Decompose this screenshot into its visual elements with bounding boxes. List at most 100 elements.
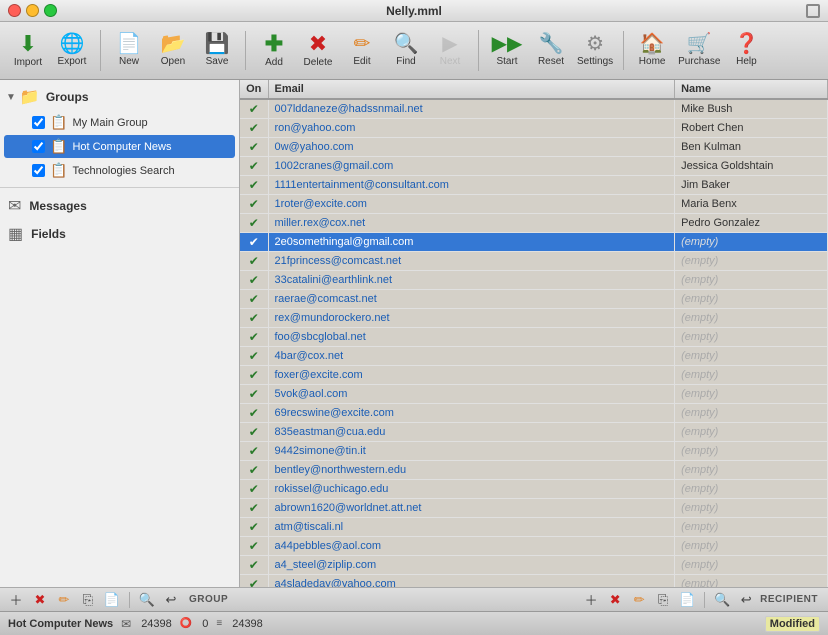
on-cell[interactable]: ✔ (240, 575, 268, 588)
minimize-button[interactable] (26, 4, 39, 17)
on-cell[interactable]: ✔ (240, 556, 268, 575)
add-group-button[interactable]: ＋ (6, 591, 26, 609)
on-cell[interactable]: ✔ (240, 423, 268, 442)
table-row[interactable]: ✔2e0somethingal@gmail.com(empty) (240, 233, 828, 252)
on-cell[interactable]: ✔ (240, 195, 268, 214)
on-cell[interactable]: ✔ (240, 347, 268, 366)
on-cell[interactable]: ✔ (240, 518, 268, 537)
hot-computer-checkbox[interactable] (32, 140, 45, 153)
table-row[interactable]: ✔ron@yahoo.comRobert Chen (240, 119, 828, 138)
table-row[interactable]: ✔1111entertainment@consultant.comJim Bak… (240, 176, 828, 195)
sidebar-fields[interactable]: ▦ Fields (0, 220, 239, 248)
on-cell[interactable]: ✔ (240, 271, 268, 290)
table-row[interactable]: ✔a4_steel@ziplip.com(empty) (240, 556, 828, 575)
on-cell[interactable]: ✔ (240, 214, 268, 233)
table-row[interactable]: ✔atm@tiscali.nl(empty) (240, 518, 828, 537)
on-cell[interactable]: ✔ (240, 366, 268, 385)
on-cell[interactable]: ✔ (240, 176, 268, 195)
save-button[interactable]: 💾 Save (195, 31, 239, 70)
copy-recip-button[interactable]: ⎘ (653, 591, 673, 609)
copy-group-button[interactable]: ⎘ (78, 591, 98, 609)
open-button[interactable]: 📂 Open (151, 31, 195, 70)
table-row[interactable]: ✔rex@mundorockero.net(empty) (240, 309, 828, 328)
table-row[interactable]: ✔raerae@comcast.net(empty) (240, 290, 828, 309)
col-on[interactable]: On (240, 80, 268, 99)
help-button[interactable]: ❓ Help (724, 31, 768, 70)
on-cell[interactable]: ✔ (240, 385, 268, 404)
start-button[interactable]: ▶▶ Start (485, 31, 529, 70)
settings-button[interactable]: ⚙ Settings (573, 31, 617, 70)
window-controls[interactable] (8, 4, 57, 17)
table-row[interactable]: ✔21fprincess@comcast.net(empty) (240, 252, 828, 271)
on-cell[interactable]: ✔ (240, 537, 268, 556)
on-cell[interactable]: ✔ (240, 328, 268, 347)
search-group-button[interactable]: 🔍 (137, 591, 157, 609)
table-row[interactable]: ✔33catalini@earthlink.net(empty) (240, 271, 828, 290)
table-row[interactable]: ✔abrown1620@worldnet.att.net(empty) (240, 499, 828, 518)
table-row[interactable]: ✔1002cranes@gmail.comJessica Goldshtain (240, 157, 828, 176)
on-cell[interactable]: ✔ (240, 157, 268, 176)
sidebar-item-tech-search[interactable]: 📋 Technologies Search (4, 159, 235, 182)
on-cell[interactable]: ✔ (240, 99, 268, 119)
table-row[interactable]: ✔rokissel@uchicago.edu(empty) (240, 480, 828, 499)
on-cell[interactable]: ✔ (240, 138, 268, 157)
purchase-button[interactable]: 🛒 Purchase (674, 31, 724, 70)
table-row[interactable]: ✔9442simone@tin.it(empty) (240, 442, 828, 461)
table-row[interactable]: ✔bentley@northwestern.edu(empty) (240, 461, 828, 480)
refresh-group-button[interactable]: ↩ (161, 591, 181, 609)
paste-group-button[interactable]: 📄 (102, 591, 122, 609)
paste-recip-button[interactable]: 📄 (677, 591, 697, 609)
table-row[interactable]: ✔1roter@excite.comMaria Benx (240, 195, 828, 214)
table-row[interactable]: ✔007lddaneze@hadssnmail.netMike Bush (240, 99, 828, 119)
table-row[interactable]: ✔835eastman@cua.edu(empty) (240, 423, 828, 442)
search-recip-button[interactable]: 🔍 (712, 591, 732, 609)
delete-button[interactable]: ✖ Delete (296, 30, 340, 71)
table-row[interactable]: ✔a4sladeday@yahoo.com(empty) (240, 575, 828, 588)
home-button[interactable]: 🏠 Home (630, 31, 674, 70)
on-cell[interactable]: ✔ (240, 480, 268, 499)
add-button[interactable]: ✚ Add (252, 30, 296, 71)
add-recip-button[interactable]: ＋ (581, 591, 601, 609)
delete-group-button[interactable]: ✖ (30, 591, 50, 609)
next-button[interactable]: ▶ Next (428, 31, 472, 70)
find-button[interactable]: 🔍 Find (384, 31, 428, 70)
on-cell[interactable]: ✔ (240, 309, 268, 328)
on-cell[interactable]: ✔ (240, 233, 268, 252)
sidebar-item-main-group[interactable]: 📋 My Main Group (4, 111, 235, 134)
edit-button[interactable]: ✏ Edit (340, 31, 384, 70)
edit-recip-button[interactable]: ✏ (629, 591, 649, 609)
table-row[interactable]: ✔4bar@cox.net(empty) (240, 347, 828, 366)
table-row[interactable]: ✔a44pebbles@aol.com(empty) (240, 537, 828, 556)
sidebar-messages[interactable]: ✉ Messages (0, 192, 239, 220)
reset-button[interactable]: 🔧 Reset (529, 31, 573, 70)
groups-header[interactable]: ▼ 📁 Groups (0, 84, 239, 110)
resize-handle[interactable] (806, 4, 820, 18)
on-cell[interactable]: ✔ (240, 252, 268, 271)
on-cell[interactable]: ✔ (240, 499, 268, 518)
on-cell[interactable]: ✔ (240, 290, 268, 309)
import-button[interactable]: ⬇ Import (6, 30, 50, 71)
close-button[interactable] (8, 4, 21, 17)
tech-search-checkbox[interactable] (32, 164, 45, 177)
maximize-button[interactable] (44, 4, 57, 17)
edit-group-button[interactable]: ✏ (54, 591, 74, 609)
main-group-checkbox[interactable] (32, 116, 45, 129)
table-row[interactable]: ✔5vok@aol.com(empty) (240, 385, 828, 404)
delete-recip-button[interactable]: ✖ (605, 591, 625, 609)
on-cell[interactable]: ✔ (240, 404, 268, 423)
new-button[interactable]: 📄 New (107, 31, 151, 70)
table-row[interactable]: ✔0w@yahoo.comBen Kulman (240, 138, 828, 157)
refresh-recip-button[interactable]: ↩ (736, 591, 756, 609)
table-row[interactable]: ✔69recswine@excite.com(empty) (240, 404, 828, 423)
data-table-container[interactable]: On Email Name ✔007lddaneze@hadssnmail.ne… (240, 80, 828, 587)
on-cell[interactable]: ✔ (240, 461, 268, 480)
col-name[interactable]: Name (675, 80, 828, 99)
table-row[interactable]: ✔miller.rex@cox.netPedro Gonzalez (240, 214, 828, 233)
on-cell[interactable]: ✔ (240, 442, 268, 461)
table-row[interactable]: ✔foo@sbcglobal.net(empty) (240, 328, 828, 347)
sidebar-item-hot-computer[interactable]: 📋 Hot Computer News (4, 135, 235, 158)
col-email[interactable]: Email (268, 80, 675, 99)
table-row[interactable]: ✔foxer@excite.com(empty) (240, 366, 828, 385)
export-button[interactable]: 🌐 Export (50, 31, 94, 70)
on-cell[interactable]: ✔ (240, 119, 268, 138)
